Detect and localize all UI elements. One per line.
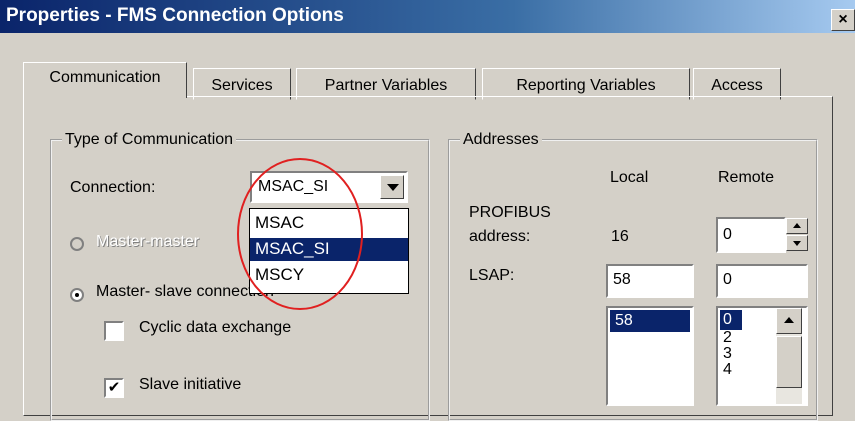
close-button[interactable]: ×: [831, 9, 855, 31]
scrollbar-track[interactable]: [776, 308, 802, 404]
lsap-remote-field[interactable]: 0: [716, 264, 808, 298]
remote-header: Remote: [718, 169, 775, 186]
cyclic-data-exchange-checkbox[interactable]: [104, 321, 124, 341]
profibus-label: PROFIBUS: [469, 204, 551, 221]
title-bar: Properties - FMS Connection Options ×: [0, 0, 855, 33]
lsap-local-field[interactable]: 58: [606, 264, 694, 298]
cyclic-data-exchange-label[interactable]: Cyclic data exchange: [139, 319, 291, 337]
profibus-remote-field[interactable]: 0: [716, 217, 786, 253]
slave-initiative-checkbox[interactable]: ✔: [104, 378, 124, 398]
spin-up-icon[interactable]: [786, 218, 808, 234]
lsap-label: LSAP:: [469, 267, 515, 284]
local-list-item[interactable]: 58: [610, 310, 690, 332]
type-of-communication-legend: Type of Communication: [65, 131, 234, 148]
address-label: address:: [469, 228, 531, 245]
tab-communication[interactable]: Communication: [23, 62, 187, 98]
annotation-ellipse: [237, 158, 363, 310]
local-header: Local: [610, 169, 649, 186]
local-lsap-list[interactable]: 58: [606, 306, 694, 406]
master-master-label: Master-master: [96, 233, 200, 250]
connection-label: Connection:: [70, 179, 156, 196]
chevron-down-icon[interactable]: [380, 175, 404, 199]
remote-lsap-list[interactable]: 0 2 3 4: [716, 306, 808, 406]
remote-list-item[interactable]: 4: [723, 362, 732, 378]
profibus-local-value: 16: [611, 228, 629, 245]
addresses-legend: Addresses: [463, 131, 539, 148]
remote-list-item[interactable]: 3: [723, 346, 732, 362]
spin-down-icon[interactable]: [786, 235, 808, 251]
remote-list-item[interactable]: 0: [720, 310, 742, 330]
master-master-radio: [70, 237, 84, 251]
scroll-up-icon[interactable]: [776, 308, 802, 334]
remote-list-item[interactable]: 2: [723, 330, 732, 346]
window-title: Properties - FMS Connection Options: [6, 5, 344, 26]
master-slave-radio[interactable]: [70, 288, 84, 302]
slave-initiative-label[interactable]: Slave initiative: [139, 376, 241, 394]
scrollbar-thumb[interactable]: [776, 336, 802, 388]
